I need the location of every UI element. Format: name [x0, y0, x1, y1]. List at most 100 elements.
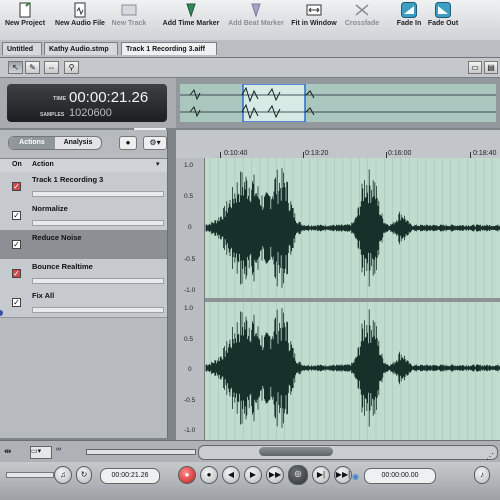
action-progress-bar — [32, 307, 164, 313]
add-time-marker-button[interactable]: Add Time Marker — [160, 2, 222, 27]
tab-actions[interactable]: Actions — [9, 137, 55, 149]
waveform-view-icon: ▭ — [471, 63, 479, 72]
new-audio-file-label: New Audio File — [55, 20, 105, 27]
actions-header: On Action ▾ — [0, 158, 167, 173]
scrollbar-thumb[interactable] — [259, 447, 333, 456]
timeline-ruler[interactable]: 0:10:40 0:13:20 0:16:00 0:18:40 — [176, 130, 500, 159]
fade-out-button[interactable]: Fade Out — [426, 2, 460, 27]
scale-label: 0.5 — [184, 193, 194, 200]
end-icon: ▶| — [316, 470, 326, 479]
tab-analysis[interactable]: Analysis — [55, 137, 101, 149]
volume-slider[interactable] — [6, 472, 54, 478]
action-checkbox[interactable]: ✓ — [12, 298, 21, 307]
new-track-button[interactable]: New Track — [110, 2, 148, 27]
add-beat-marker-button[interactable]: Add Beat Marker — [226, 2, 286, 27]
record-action-button[interactable]: ● — [119, 136, 137, 150]
scale-label: -1.0 — [184, 287, 196, 294]
scale-label: 0 — [188, 224, 192, 231]
beat-marker-icon — [251, 3, 261, 18]
add-time-marker-label: Add Time Marker — [162, 20, 220, 27]
new-audio-file-button[interactable]: New Audio File — [52, 2, 108, 27]
action-row-track-recording[interactable]: ✓ Track 1 Recording 3 — [0, 172, 167, 202]
action-row-normalize[interactable]: ✓ Normalize — [0, 201, 167, 231]
samples-prefix: SAMPLES — [40, 112, 65, 118]
action-row-fix-all[interactable]: ✓ Fix All — [0, 288, 167, 318]
current-time-value: 00:00:21.26 — [111, 472, 149, 479]
tab-label: Kathy Audio.stmp — [49, 46, 109, 53]
ruler-label: 0:16:00 — [388, 150, 412, 157]
headphones-button[interactable]: ♫ — [54, 466, 72, 484]
stop-button[interactable]: ● — [200, 466, 218, 484]
scrub-tool-button[interactable]: ⇔ — [44, 61, 59, 74]
link-icon[interactable]: ∞ — [56, 446, 61, 453]
waveform-editor[interactable] — [176, 158, 500, 440]
view-menu-button[interactable]: ▭▾ — [30, 446, 52, 459]
action-checkbox[interactable]: ✓ — [12, 211, 21, 220]
action-checkbox[interactable]: ✓ — [12, 240, 21, 249]
ruler-label: 0:10:40 — [224, 150, 248, 157]
tab-track-recording[interactable]: Track 1 Recording 3.aiff — [121, 42, 217, 55]
go-to-end-button[interactable]: ▶| — [312, 466, 330, 484]
scale-label: 0.5 — [184, 336, 194, 343]
action-checkbox[interactable]: ✓ — [12, 182, 21, 191]
end-time-field[interactable]: 00:00:00.00 — [364, 468, 436, 484]
record-button[interactable]: ● — [178, 466, 196, 484]
tab-untitled[interactable]: Untitled — [2, 42, 42, 55]
locate-icon[interactable]: ◉ — [352, 472, 359, 481]
cycle-icon: ↻ — [80, 470, 88, 479]
new-project-label: New Project — [4, 20, 46, 27]
current-time-field[interactable]: 00:00:21.26 — [100, 468, 160, 484]
scale-label: -1.0 — [184, 427, 196, 434]
zoom-slider[interactable] — [86, 449, 196, 455]
fade-in-label: Fade In — [396, 20, 422, 27]
skip-end-icon: ▶▶| — [335, 470, 351, 479]
action-progress-bar — [32, 191, 164, 197]
time-prefix: TIME — [53, 96, 67, 102]
fit-arrows-icon[interactable]: ⇹ — [4, 446, 12, 457]
action-gear-menu[interactable]: ⚙▾ — [143, 136, 167, 150]
add-beat-marker-label: Add Beat Marker — [228, 20, 284, 27]
action-checkbox[interactable]: ✓ — [12, 269, 21, 278]
output-menu-button[interactable]: ♪ — [474, 466, 490, 484]
col-action-header[interactable]: Action — [32, 161, 54, 168]
scale-label: 1.0 — [184, 305, 194, 312]
actions-panel: Actions Analysis ● ⚙▾ On Action ▾ ✓ Trac… — [0, 130, 168, 438]
action-row-reduce-noise[interactable]: ✓ Reduce Noise — [0, 230, 167, 260]
action-row-bounce-realtime[interactable]: ✓ Bounce Realtime — [0, 259, 167, 289]
arrow-icon: ↖ — [12, 63, 19, 72]
rewind-button[interactable]: ◀ — [222, 466, 240, 484]
tool-row: ↖ ✎ ⇔ ⚲ ✎ Read ⇕ ▭ ▤ — [0, 58, 500, 132]
play-selection-button[interactable]: ◎ — [288, 465, 308, 485]
record-icon: ● — [184, 470, 190, 479]
fast-forward-button[interactable]: ▶▶ — [266, 466, 284, 484]
scrub-icon: ⇔ — [47, 63, 56, 72]
go-to-end-2-button[interactable]: ▶▶| — [334, 466, 352, 484]
new-project-icon — [19, 2, 31, 18]
resize-grip-icon[interactable]: ⋰ — [486, 452, 494, 461]
headphones-icon: ♫ — [60, 470, 66, 479]
zoom-scroll-bar: ⇹ ▭▾ ∞ — [0, 440, 500, 463]
view-toggle-2-button[interactable]: ▤ — [484, 61, 498, 74]
new-project-button[interactable]: New Project — [4, 2, 46, 27]
pencil-tool-button[interactable]: ✎ — [25, 61, 40, 74]
circle-icon: ● — [125, 138, 131, 147]
crossfade-button[interactable]: Crossfade — [342, 2, 382, 27]
sort-down-icon: ▾ — [156, 161, 160, 168]
play-button[interactable]: ▶ — [244, 466, 262, 484]
zoom-tool-button[interactable]: ⚲ — [64, 61, 79, 74]
col-on-header[interactable]: On — [12, 161, 22, 168]
tab-actions-label: Actions — [19, 139, 45, 146]
tab-kathy-audio[interactable]: Kathy Audio.stmp — [44, 42, 118, 55]
arrow-tool-button[interactable]: ↖ — [8, 61, 23, 74]
fit-in-window-button[interactable]: Fit in Window — [289, 2, 339, 27]
action-label: Normalize — [32, 204, 68, 213]
end-time-value: 00:00:00.00 — [381, 472, 419, 479]
scale-label: -0.5 — [184, 397, 196, 404]
view-toggle-1-button[interactable]: ▭ — [468, 61, 482, 74]
fade-in-button[interactable]: Fade In — [394, 2, 424, 27]
tab-label: Track 1 Recording 3.aiff — [126, 46, 205, 53]
fit-window-icon — [306, 4, 322, 16]
cycle-button[interactable]: ↻ — [76, 466, 92, 484]
horizontal-scrollbar[interactable] — [198, 445, 498, 460]
waveform-overview[interactable] — [176, 78, 500, 128]
